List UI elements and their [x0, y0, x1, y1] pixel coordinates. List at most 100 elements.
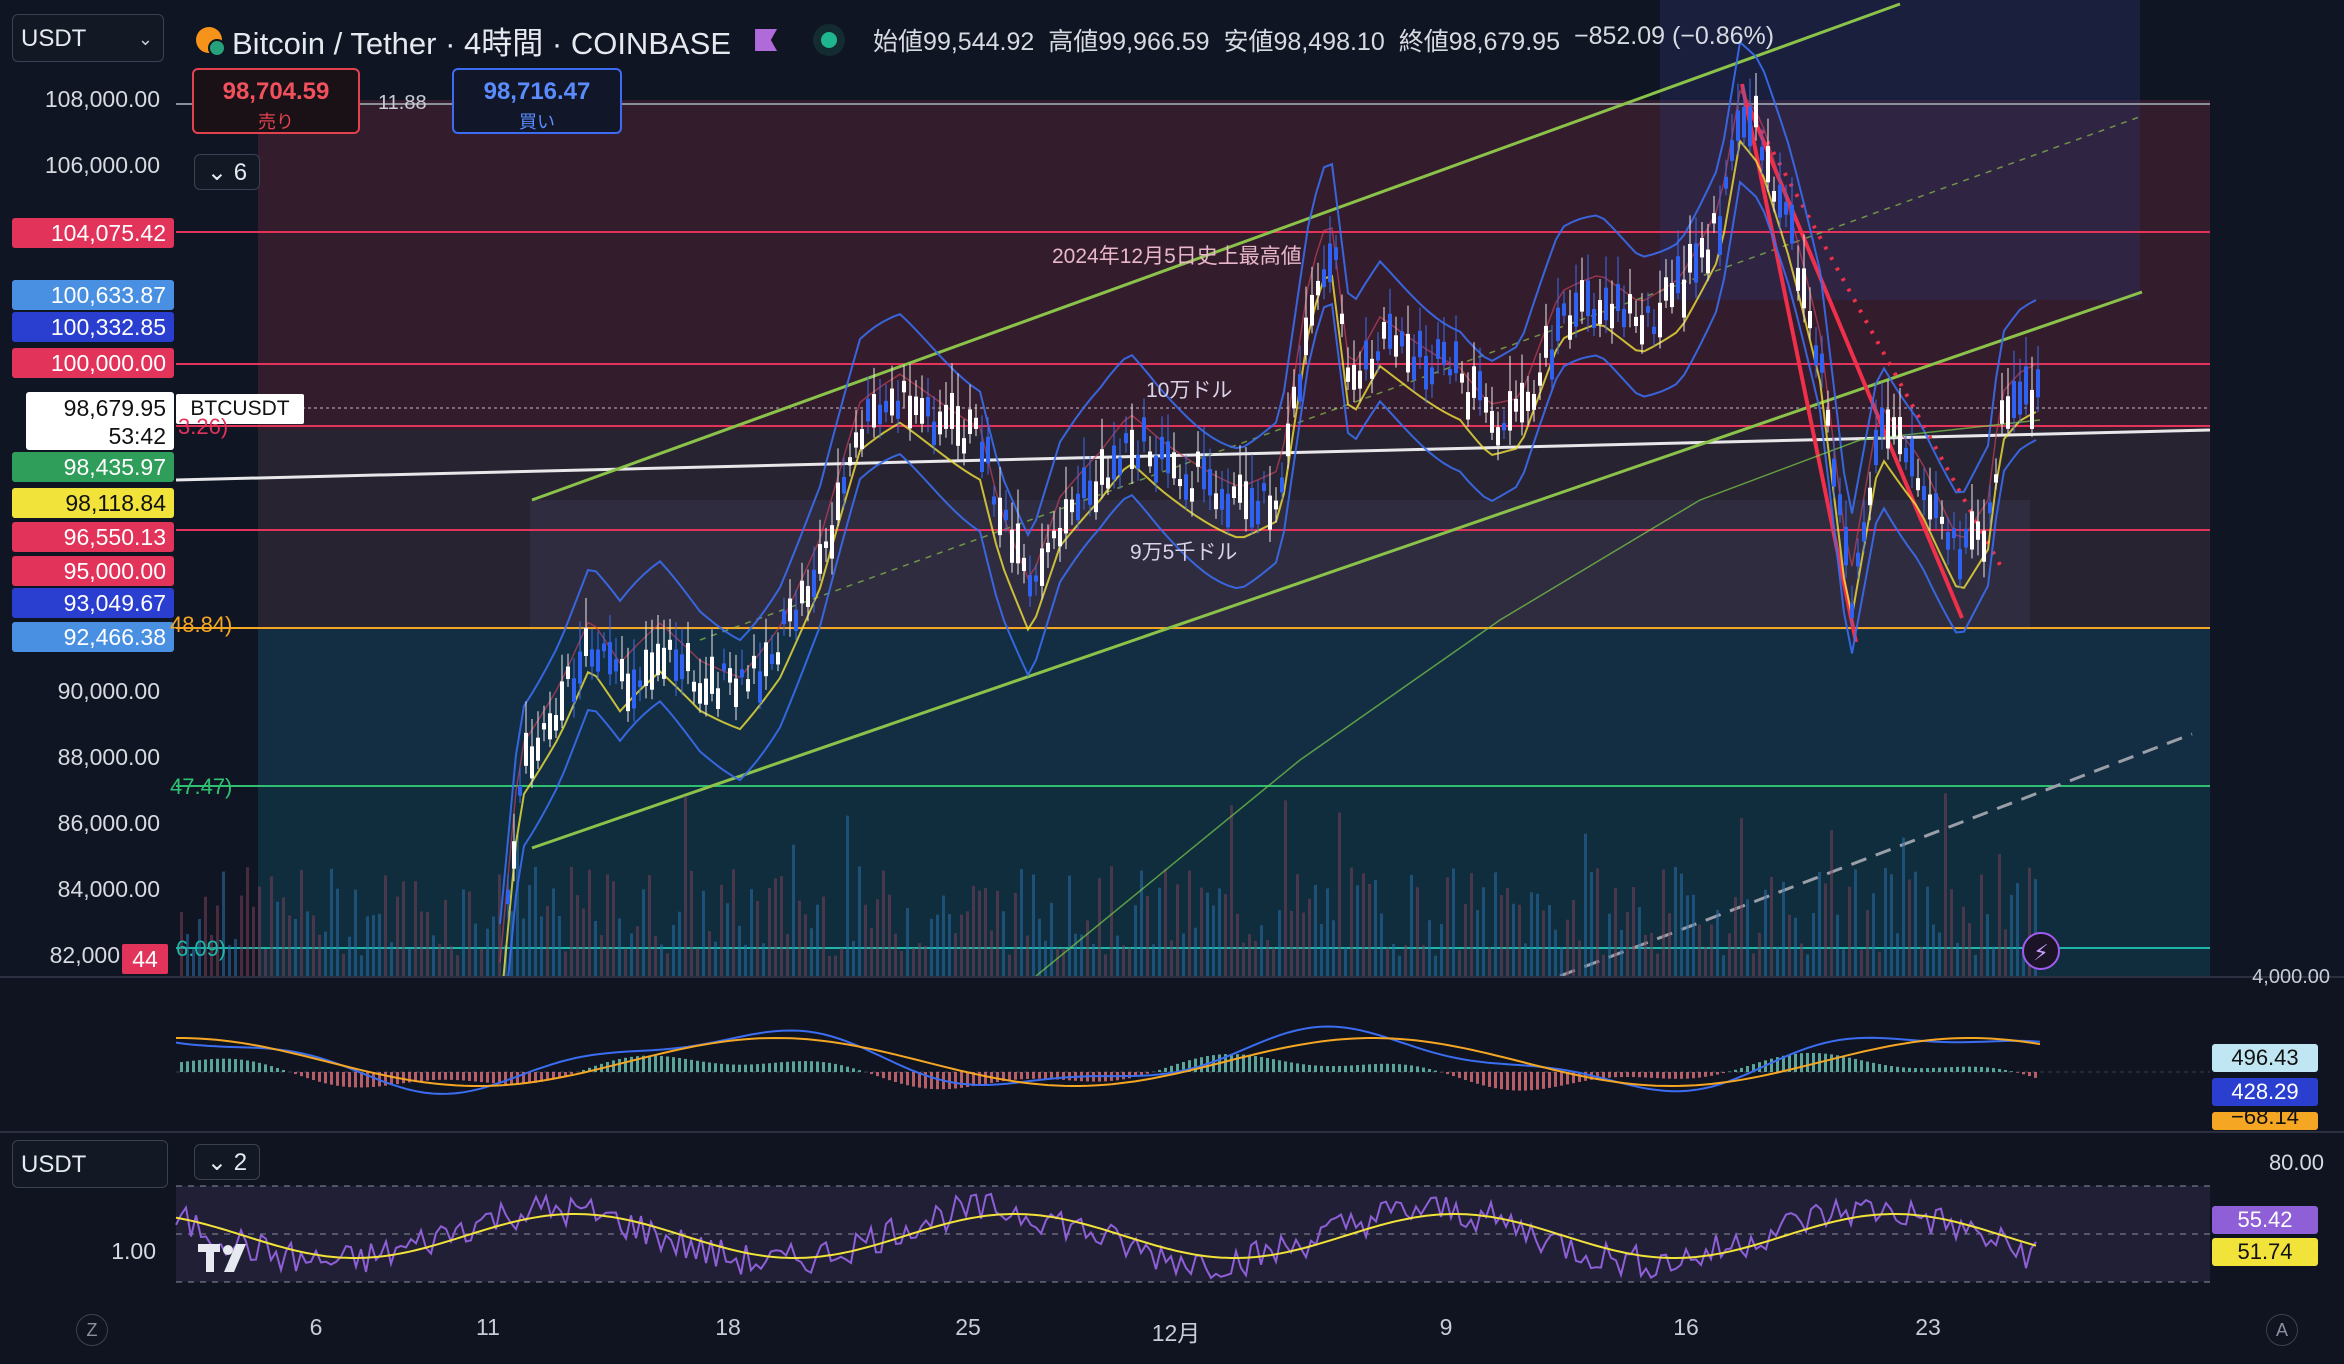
currency-select[interactable]: USDT ⌄	[12, 14, 164, 62]
macd-histogram-bar	[1062, 1072, 1065, 1080]
candle-body	[686, 643, 690, 672]
volume-bar	[480, 948, 483, 976]
volume-bar	[906, 908, 909, 976]
volume-bar	[1914, 871, 1917, 976]
macd-histogram-bar	[1842, 1056, 1845, 1072]
volume-bar	[444, 899, 447, 976]
candle-body	[1286, 423, 1290, 457]
volume-bar	[1404, 945, 1407, 976]
macd-histogram-bar	[306, 1072, 309, 1079]
volume-bar	[702, 890, 705, 976]
candle-body	[920, 398, 924, 424]
level-95k-annotation[interactable]: 9万5千ドル	[1130, 536, 1237, 566]
macd-histogram-bar	[1824, 1053, 1827, 1072]
candle-body	[626, 673, 630, 712]
volume-bar	[1224, 894, 1227, 976]
candle-body	[962, 438, 966, 454]
candle-body	[1460, 373, 1464, 383]
sell-button[interactable]: 98,704.59 売り	[192, 68, 360, 134]
candle-body	[914, 396, 918, 416]
candle-body	[1280, 477, 1284, 493]
volume-bar	[858, 866, 861, 976]
level-100k-annotation[interactable]: 10万ドル	[1146, 374, 1232, 404]
macd-histogram-bar	[420, 1072, 423, 1081]
candle-body	[1754, 95, 1758, 128]
volume-bar	[1200, 887, 1203, 976]
volume-bar	[1074, 933, 1077, 976]
candle-body	[1676, 256, 1680, 294]
volume-bar	[384, 875, 387, 976]
volume-bar	[1518, 904, 1521, 976]
candle-body	[1880, 407, 1884, 437]
auto-scale-button[interactable]: A	[2266, 1314, 2298, 1346]
volume-bar	[912, 947, 915, 976]
volume-bar	[1056, 947, 1059, 976]
volume-bar	[300, 870, 303, 976]
macd-histogram-bar	[762, 1063, 765, 1072]
macd-value-tag: 496.43	[2212, 1044, 2318, 1072]
indicators-collapse-button[interactable]: ⌄ 6	[194, 154, 260, 190]
volume-bar	[1350, 867, 1353, 976]
macd-histogram-bar	[282, 1069, 285, 1072]
volume-bar	[1716, 909, 1719, 976]
candle-body	[1328, 243, 1332, 283]
macd-value-tag: 428.29	[2212, 1078, 2318, 1106]
volume-bar	[798, 900, 801, 976]
volume-bar	[1020, 869, 1023, 976]
volume-bar	[1098, 877, 1101, 976]
price-chart[interactable]	[0, 0, 2344, 1364]
zoom-reset-button[interactable]: Z	[76, 1314, 108, 1346]
candle-body	[1574, 292, 1578, 327]
volume-bar	[720, 884, 723, 976]
lightning-icon[interactable]: ⚡	[2022, 932, 2060, 970]
macd-histogram-bar	[780, 1062, 783, 1072]
candle-body	[1388, 313, 1392, 349]
macd-histogram-bar	[1998, 1068, 2001, 1072]
macd-histogram-bar	[1410, 1065, 1413, 1072]
volume-bar	[1242, 942, 1245, 976]
flag-icon[interactable]	[755, 29, 778, 51]
buy-button[interactable]: 98,716.47 買い	[452, 68, 622, 134]
volume-bar	[522, 918, 525, 976]
volume-bar	[1152, 944, 1155, 976]
macd-histogram-bar	[744, 1064, 747, 1072]
macd-histogram-bar	[1890, 1066, 1893, 1072]
volume-bar	[960, 914, 963, 976]
candle-body	[1988, 502, 1992, 514]
volume-bar	[1338, 812, 1341, 976]
macd-histogram-bar	[1656, 1072, 1659, 1079]
volume-bar	[372, 914, 375, 976]
market-status-icon[interactable]	[821, 32, 838, 48]
macd-histogram-bar	[702, 1061, 705, 1072]
volume-bar	[1002, 911, 1005, 976]
price-level-tag: 100,633.87	[12, 280, 174, 310]
candle-body	[1706, 249, 1710, 274]
candle-body	[746, 679, 750, 692]
candle-body	[830, 525, 834, 559]
volume-bar	[1542, 910, 1545, 976]
macd-histogram-bar	[660, 1055, 663, 1072]
macd-histogram-bar	[1494, 1072, 1497, 1089]
volume-bar	[1932, 924, 1935, 976]
lower-currency-select[interactable]: USDT	[12, 1140, 168, 1188]
macd-histogram-bar	[756, 1064, 759, 1072]
volume-bar	[1986, 914, 1989, 976]
macd-histogram-bar	[648, 1055, 651, 1072]
rsi-value-tag: 51.74	[2212, 1238, 2318, 1266]
candle-body	[1424, 355, 1428, 390]
symbol-title[interactable]: Bitcoin / Tether · 4時間 · COINBASE	[232, 18, 731, 63]
volume-bar	[990, 930, 993, 976]
volume-bar	[1608, 913, 1611, 976]
macd-histogram-bar	[570, 1072, 573, 1074]
volume-bar	[1272, 947, 1275, 976]
price-tick: 88,000.00	[57, 744, 160, 770]
volume-bar	[420, 911, 423, 976]
candle-body	[710, 656, 714, 694]
volume-bar	[1782, 881, 1785, 976]
volume-bar	[1728, 933, 1731, 976]
candle-body	[1898, 416, 1902, 455]
ath-annotation[interactable]: 2024年12月5日史上最高値	[1052, 240, 1302, 270]
lower-indicators-collapse-button[interactable]: ⌄ 2	[194, 1144, 260, 1180]
volume-bar	[246, 867, 249, 976]
candle-body	[1382, 321, 1386, 339]
